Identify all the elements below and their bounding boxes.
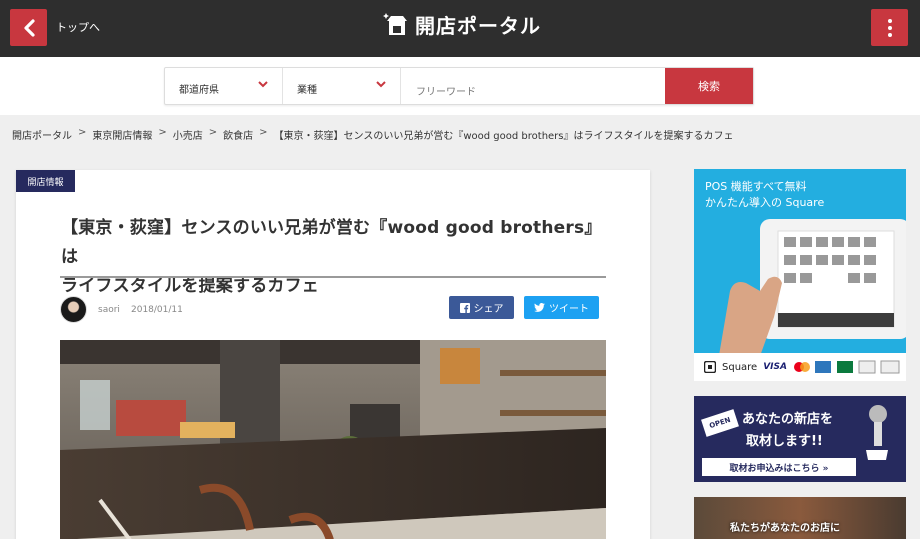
chevron-down-icon (258, 81, 268, 88)
back-button[interactable] (10, 9, 47, 46)
publish-date: 2018/01/11 (131, 305, 183, 315)
chevron-left-icon (23, 18, 35, 37)
facebook-icon (459, 302, 470, 313)
chevron-down-icon (376, 81, 386, 88)
interview-cta[interactable]: 取材お申込みはこちら » (702, 458, 856, 476)
breadcrumb-separator: > (78, 127, 87, 138)
square-ad-headline: POS 機能すべて無料 かんたん導入の Square (705, 179, 824, 211)
cafe-interior-photo (60, 340, 606, 539)
card-brand-icons (793, 360, 900, 374)
breadcrumb-current: 【東京・荻窪】センスのいい兄弟が営む『wood good brothers』はラ… (273, 131, 734, 142)
article-title: 【東京・荻窪】センスのいい兄弟が営む『wood good brothers』は … (61, 214, 609, 301)
author-name: saori (98, 305, 120, 315)
article-hero-image (60, 340, 606, 539)
feature-ad[interactable]: 私たちがあなたのお店に (694, 497, 906, 539)
search-form: 都道府県 業種 検索 (164, 67, 754, 105)
kebab-menu-icon (887, 18, 892, 23)
breadcrumb-separator: > (259, 127, 268, 138)
breadcrumb-item[interactable]: 小売店 (173, 127, 203, 142)
square-ad-line-2: かんたん導入の Square (705, 196, 825, 209)
open-sign: OPEN (701, 409, 739, 437)
feature-ad-text: 私たちがあなたのお店に (730, 523, 840, 534)
shop-icon (383, 13, 407, 35)
kebab-dot (887, 32, 892, 37)
breadcrumb-separator: > (158, 127, 167, 138)
industry-select[interactable]: 業種 (283, 68, 401, 104)
menu-button[interactable] (871, 9, 908, 46)
author-avatar (60, 296, 87, 323)
interview-ad-line-1: あなたの新店を (742, 412, 834, 427)
twitter-share-button[interactable]: ツイート (524, 296, 599, 319)
top-header: トップへ 開店ポータル (0, 0, 920, 57)
microphone-icon (866, 405, 888, 460)
square-logo-icon (704, 361, 716, 373)
logo-text: 開店ポータル (415, 13, 541, 38)
square-pos-ad[interactable]: POS 機能すべて無料 かんたん導入の Square Square VISA (694, 169, 906, 381)
visa-label: VISA (763, 362, 787, 372)
search-band: 都道府県 業種 検索 (0, 57, 920, 115)
square-brand: Square (722, 361, 758, 373)
twitter-bird-icon (534, 303, 545, 312)
breadcrumb: 開店ポータル > 東京開店情報 > 小売店 > 飲食店 > 【東京・荻窪】センス… (12, 127, 734, 142)
breadcrumb-item[interactable]: 東京開店情報 (92, 127, 152, 142)
title-divider (60, 276, 606, 278)
interview-request-ad[interactable]: OPEN あなたの新店を 取材します!! 取材お申込みはこちら » (694, 396, 906, 482)
prefecture-label: 都道府県 (179, 85, 219, 96)
interview-ad-line-2: 取材します!! (746, 434, 823, 449)
article-card: 開店情報 【東京・荻窪】センスのいい兄弟が営む『wood good brothe… (16, 170, 650, 539)
back-label[interactable]: トップへ (56, 19, 100, 35)
breadcrumb-item[interactable]: 飲食店 (223, 127, 253, 142)
title-line-1: 【東京・荻窪】センスのいい兄弟が営む『wood good brothers』は (61, 218, 602, 267)
tablet-register-illustration (716, 219, 906, 373)
industry-label: 業種 (297, 85, 317, 96)
category-badge[interactable]: 開店情報 (16, 170, 75, 192)
title-line-2: ライフスタイルを提案するカフェ (61, 276, 319, 296)
facebook-share-button[interactable]: シェア (449, 296, 514, 319)
square-ad-footer: Square VISA (694, 353, 906, 381)
breadcrumb-item[interactable]: 開店ポータル (12, 127, 72, 142)
freeword-input[interactable] (401, 68, 665, 104)
twitter-share-label: ツイート (549, 304, 589, 315)
site-logo[interactable]: 開店ポータル (383, 8, 541, 40)
search-button[interactable]: 検索 (665, 68, 753, 104)
breadcrumb-separator: > (208, 127, 218, 138)
kebab-dot (887, 25, 892, 30)
square-ad-line-1: POS 機能すべて無料 (705, 180, 807, 193)
facebook-share-label: シェア (473, 304, 504, 315)
prefecture-select[interactable]: 都道府県 (165, 68, 283, 104)
